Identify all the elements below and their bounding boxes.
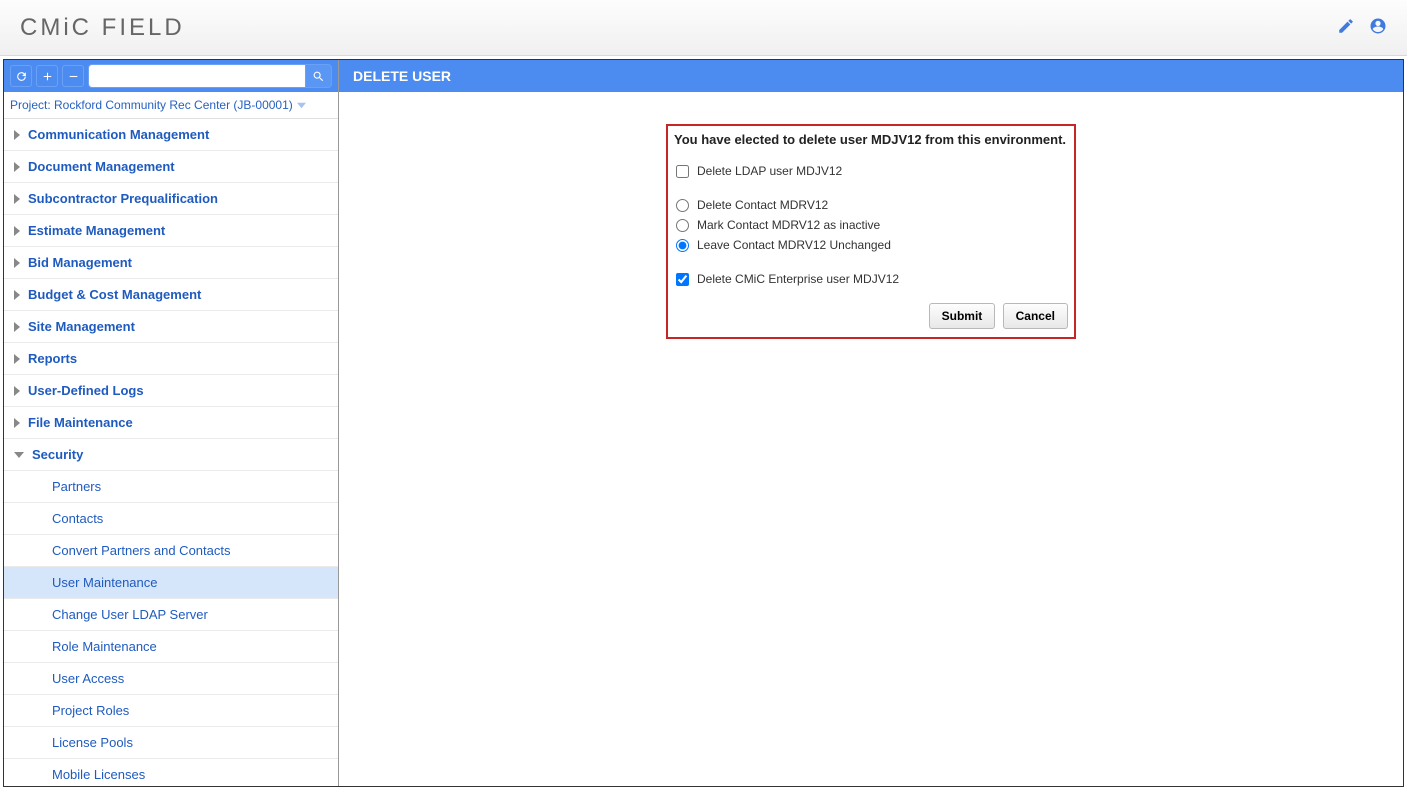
ldap-delete-label: Delete LDAP user MDJV12 <box>697 164 842 178</box>
app-frame: Project: Rockford Community Rec Center (… <box>3 59 1404 787</box>
nav-child-label: Change User LDAP Server <box>52 607 208 622</box>
app-title: CMiC FIELD <box>20 14 185 42</box>
nav-node-site-management[interactable]: Site Management <box>4 311 338 343</box>
nav-child-project-roles[interactable]: Project Roles <box>4 695 338 727</box>
nav-node-label: Estimate Management <box>28 223 165 238</box>
contact-option-inactive[interactable]: Mark Contact MDRV12 as inactive <box>674 215 1068 235</box>
nav-child-user-maintenance[interactable]: User Maintenance <box>4 567 338 599</box>
enterprise-delete-label: Delete CMiC Enterprise user MDJV12 <box>697 272 899 286</box>
caret-right-icon <box>14 258 20 268</box>
nav-node-label: Subcontractor Prequalification <box>28 191 218 206</box>
nav-node-communication-management[interactable]: Communication Management <box>4 119 338 151</box>
contact-option-delete[interactable]: Delete Contact MDRV12 <box>674 195 1068 215</box>
contact-radio-delete[interactable] <box>676 199 689 212</box>
nav-node-label: File Maintenance <box>28 415 133 430</box>
nav-child-convert-partners-contacts[interactable]: Convert Partners and Contacts <box>4 535 338 567</box>
submit-button[interactable]: Submit <box>929 303 996 329</box>
caret-right-icon <box>14 354 20 364</box>
nav-child-label: Project Roles <box>52 703 129 718</box>
nav-child-change-user-ldap-server[interactable]: Change User LDAP Server <box>4 599 338 631</box>
nav-child-contacts[interactable]: Contacts <box>4 503 338 535</box>
sidebar: Project: Rockford Community Rec Center (… <box>4 60 339 786</box>
contact-radio-inactive[interactable] <box>676 219 689 232</box>
nav-node-label: Security <box>32 447 83 462</box>
nav-child-label: Mobile Licenses <box>52 767 145 782</box>
nav-child-label: License Pools <box>52 735 133 750</box>
nav-node-bid-management[interactable]: Bid Management <box>4 247 338 279</box>
nav-child-partners[interactable]: Partners <box>4 471 338 503</box>
sidebar-toolbar <box>4 60 338 92</box>
ldap-delete-option[interactable]: Delete LDAP user MDJV12 <box>674 161 1068 181</box>
nav-child-license-pools[interactable]: License Pools <box>4 727 338 759</box>
contact-radio-label: Delete Contact MDRV12 <box>697 198 828 212</box>
nav-node-subcontractor-prequalification[interactable]: Subcontractor Prequalification <box>4 183 338 215</box>
refresh-button[interactable] <box>10 65 32 87</box>
nav-child-label: User Access <box>52 671 124 686</box>
caret-down-icon <box>14 452 24 458</box>
ldap-delete-checkbox[interactable] <box>676 165 689 178</box>
enterprise-delete-option[interactable]: Delete CMiC Enterprise user MDJV12 <box>674 269 1068 289</box>
main-body: You have elected to delete user MDJV12 f… <box>339 92 1403 786</box>
enterprise-delete-checkbox[interactable] <box>676 273 689 286</box>
nav-child-label: Contacts <box>52 511 103 526</box>
delete-user-dialog: You have elected to delete user MDJV12 f… <box>666 124 1076 339</box>
cancel-button[interactable]: Cancel <box>1003 303 1068 329</box>
nav-node-budget-cost-management[interactable]: Budget & Cost Management <box>4 279 338 311</box>
search-button[interactable] <box>306 64 332 88</box>
dialog-button-row: Submit Cancel <box>674 303 1068 329</box>
caret-right-icon <box>14 226 20 236</box>
nav-node-estimate-management[interactable]: Estimate Management <box>4 215 338 247</box>
caret-right-icon <box>14 386 20 396</box>
project-selector[interactable]: Project: Rockford Community Rec Center (… <box>4 92 338 119</box>
collapse-all-button[interactable] <box>62 65 84 87</box>
expand-all-button[interactable] <box>36 65 58 87</box>
nav-node-label: Document Management <box>28 159 175 174</box>
nav-node-label: Bid Management <box>28 255 132 270</box>
app-header: CMiC FIELD <box>0 0 1407 56</box>
caret-right-icon <box>14 418 20 428</box>
user-icon[interactable] <box>1369 17 1387 38</box>
nav-node-document-management[interactable]: Document Management <box>4 151 338 183</box>
nav-node-label: User-Defined Logs <box>28 383 144 398</box>
header-icon-group <box>1337 17 1387 38</box>
nav-node-file-maintenance[interactable]: File Maintenance <box>4 407 338 439</box>
nav-child-label: User Maintenance <box>52 575 158 590</box>
dialog-message: You have elected to delete user MDJV12 f… <box>674 132 1068 147</box>
nav-node-label: Budget & Cost Management <box>28 287 201 302</box>
nav-child-label: Partners <box>52 479 101 494</box>
caret-right-icon <box>14 194 20 204</box>
search-wrap <box>88 64 332 88</box>
nav-node-label: Communication Management <box>28 127 209 142</box>
nav-node-security[interactable]: Security <box>4 439 338 471</box>
caret-right-icon <box>14 290 20 300</box>
nav-node-label: Reports <box>28 351 77 366</box>
caret-right-icon <box>14 322 20 332</box>
nav-child-label: Role Maintenance <box>52 639 157 654</box>
main-panel: DELETE USER You have elected to delete u… <box>339 60 1403 786</box>
caret-right-icon <box>14 162 20 172</box>
contact-radio-label: Leave Contact MDRV12 Unchanged <box>697 238 891 252</box>
project-label: Project: Rockford Community Rec Center (… <box>10 98 293 112</box>
nav-child-user-access[interactable]: User Access <box>4 663 338 695</box>
chevron-down-icon <box>297 101 306 110</box>
page-title: DELETE USER <box>339 60 1403 92</box>
nav-tree: Communication Management Document Manage… <box>4 119 338 786</box>
nav-node-reports[interactable]: Reports <box>4 343 338 375</box>
nav-child-role-maintenance[interactable]: Role Maintenance <box>4 631 338 663</box>
nav-node-label: Site Management <box>28 319 135 334</box>
nav-node-user-defined-logs[interactable]: User-Defined Logs <box>4 375 338 407</box>
caret-right-icon <box>14 130 20 140</box>
search-input[interactable] <box>88 64 306 88</box>
nav-child-label: Convert Partners and Contacts <box>52 543 230 558</box>
contact-radio-unchanged[interactable] <box>676 239 689 252</box>
nav-child-mobile-licenses[interactable]: Mobile Licenses <box>4 759 338 786</box>
contact-option-unchanged[interactable]: Leave Contact MDRV12 Unchanged <box>674 235 1068 255</box>
edit-icon[interactable] <box>1337 17 1355 38</box>
contact-radio-label: Mark Contact MDRV12 as inactive <box>697 218 880 232</box>
